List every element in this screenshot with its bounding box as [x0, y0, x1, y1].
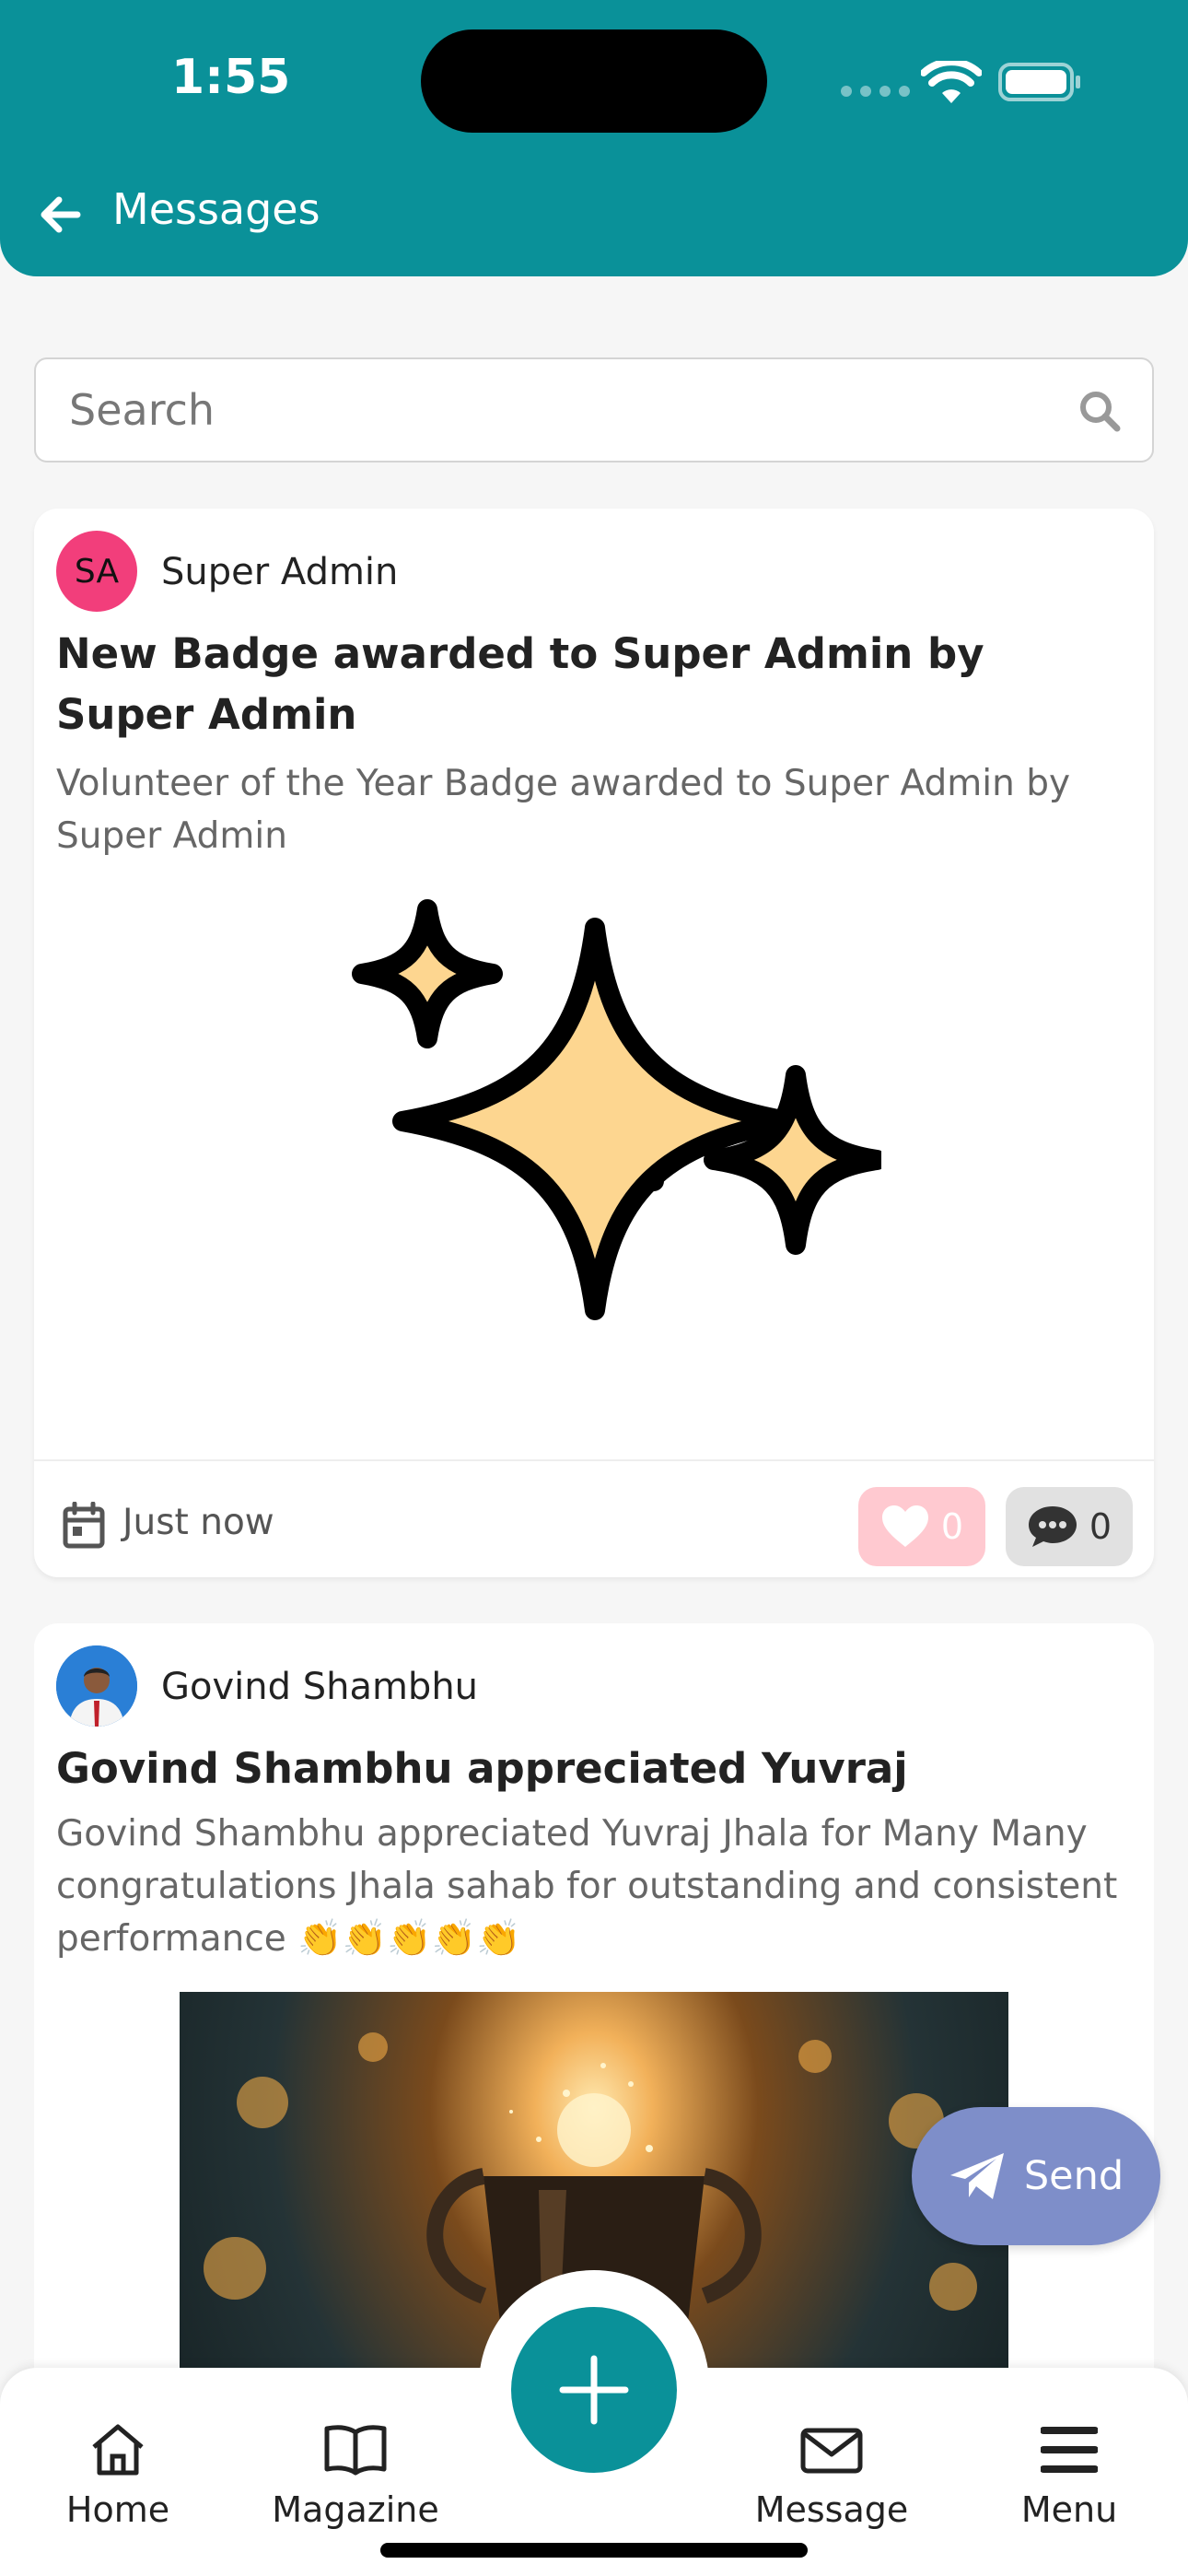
nav-message[interactable]: Message	[740, 2423, 924, 2530]
nav-menu[interactable]: Menu	[977, 2423, 1161, 2530]
comment-button[interactable]: 0	[1006, 1487, 1133, 1566]
post-timestamp: Just now	[122, 1502, 274, 1543]
battery-icon	[998, 63, 1080, 101]
sparkles-badge-image	[352, 899, 881, 1320]
search-input[interactable]	[69, 359, 1073, 461]
page-title: Messages	[112, 184, 320, 234]
post-title: New Badge awarded to Super Admin by Supe…	[56, 629, 984, 739]
post-title: Govind Shambhu appreciated Yuvraj	[56, 1744, 908, 1793]
comment-icon	[1028, 1506, 1077, 1547]
search-box	[34, 357, 1154, 463]
post-description: Govind Shambhu appreciated Yuvraj Jhala …	[56, 1813, 1118, 1960]
nav-home-label: Home	[65, 2489, 170, 2530]
post-author: Super Admin	[161, 551, 399, 593]
book-icon	[324, 2425, 387, 2476]
home-icon	[92, 2424, 144, 2476]
status-time: 1:55	[171, 50, 291, 105]
calendar-icon	[63, 1502, 105, 1549]
avatar: SA	[56, 531, 137, 612]
post-author: Govind Shambhu	[161, 1666, 479, 1708]
post-description: Volunteer of the Year Badge awarded to S…	[56, 763, 1071, 857]
nav-message-label: Message	[754, 2489, 909, 2530]
nav-magazine[interactable]: Magazine	[263, 2423, 448, 2530]
like-count: 0	[940, 1506, 964, 1547]
heart-icon	[881, 1505, 928, 1547]
comment-count: 0	[1089, 1506, 1112, 1547]
avatar	[56, 1645, 137, 1727]
post-footer: Just now 0 0	[34, 1459, 1154, 1577]
signal-icon	[841, 86, 910, 97]
like-button[interactable]: 0	[858, 1487, 985, 1566]
send-button[interactable]: Send	[912, 2107, 1160, 2245]
wifi-icon	[921, 61, 982, 103]
back-arrow-icon[interactable]	[37, 192, 83, 238]
nav-magazine-label: Magazine	[272, 2489, 439, 2530]
plus-icon	[559, 2355, 629, 2425]
add-post-button[interactable]	[511, 2307, 677, 2473]
nav-menu-label: Menu	[1020, 2489, 1118, 2530]
paper-plane-icon	[949, 2153, 1004, 2199]
dynamic-island	[421, 29, 767, 133]
post-card[interactable]: SA Super Admin New Badge awarded to Supe…	[34, 509, 1154, 1577]
send-label: Send	[1023, 2153, 1124, 2199]
home-indicator	[380, 2543, 808, 2558]
nav-home[interactable]: Home	[26, 2423, 210, 2530]
mail-icon	[800, 2428, 863, 2474]
menu-icon	[1041, 2427, 1098, 2473]
app-header: 1:55 Messages	[0, 0, 1188, 276]
search-icon[interactable]	[1078, 390, 1121, 432]
